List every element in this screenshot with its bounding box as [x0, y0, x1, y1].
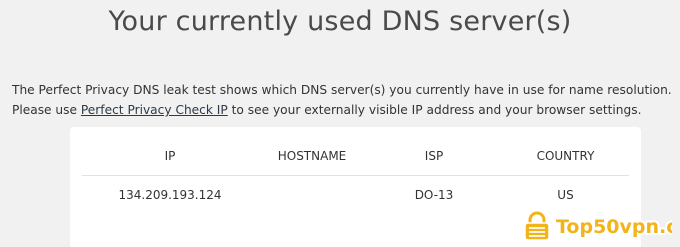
top50vpn-watermark: Top50vpn.com Top50vpn.com — [523, 211, 672, 241]
header-country: COUNTRY — [502, 141, 629, 176]
dns-results-table: IP HOSTNAME ISP COUNTRY 134.209.193.124 … — [82, 141, 629, 215]
table-header-row: IP HOSTNAME ISP COUNTRY — [82, 141, 629, 176]
page-title: Your currently used DNS server(s) — [108, 6, 572, 37]
cell-hostname — [258, 175, 366, 215]
table-row: 134.209.193.124 DO-13 US — [82, 175, 629, 215]
intro-text-after: to see your externally visible IP addres… — [227, 103, 642, 117]
cell-isp: DO-13 — [414, 188, 454, 203]
intro-paragraph: The Perfect Privacy DNS leak test shows … — [12, 80, 676, 120]
cell-country: US — [557, 188, 574, 203]
watermark-text: Top50vpn.com — [556, 216, 672, 238]
padlock-icon — [524, 211, 550, 241]
check-ip-link[interactable]: Perfect Privacy Check IP — [81, 103, 228, 117]
cell-ip: 134.209.193.124 — [118, 188, 222, 203]
header-isp: ISP — [366, 141, 502, 176]
header-ip: IP — [82, 141, 258, 176]
header-hostname: HOSTNAME — [258, 141, 366, 176]
dns-leak-result-page: Your currently used DNS server(s) The Pe… — [0, 0, 680, 247]
top50vpn-wordmark: Top50vpn.com Top50vpn.com — [554, 214, 672, 240]
